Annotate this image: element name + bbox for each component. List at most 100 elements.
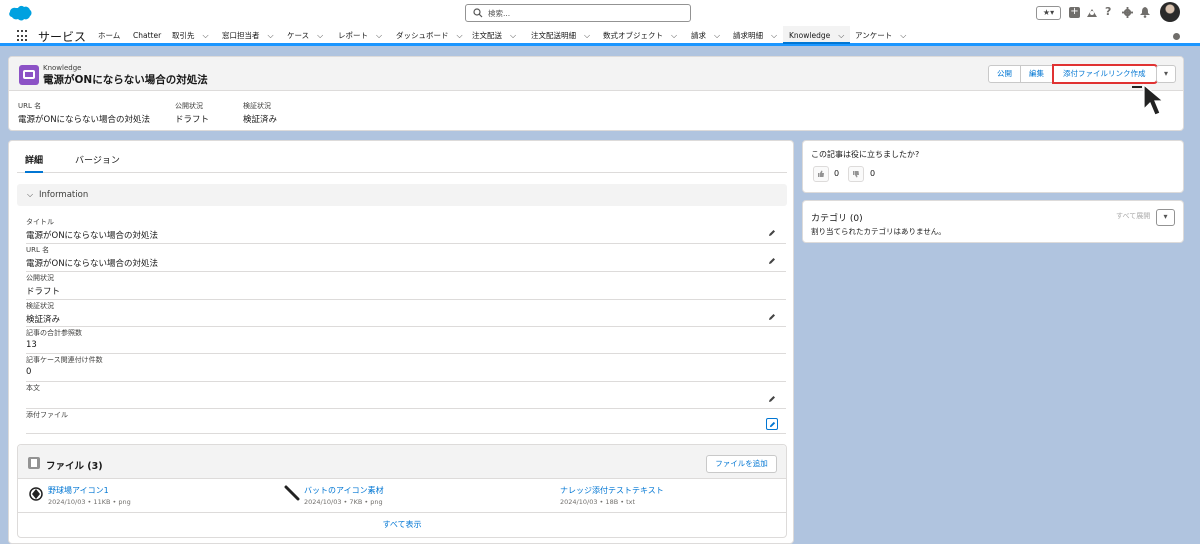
nav-item-accounts[interactable]: 取引先 ⌵ <box>172 26 209 46</box>
tab-details[interactable]: 詳細 <box>25 153 44 173</box>
file-name[interactable]: ナレッジ添付テストテキスト <box>560 485 664 496</box>
nav-item-billing-detail[interactable]: 請求明細 ⌵ <box>733 26 777 46</box>
info-icon[interactable] <box>1173 33 1180 40</box>
thumbs-up-icon <box>818 170 824 177</box>
nav-item-order-delivery-detail[interactable]: 注文配送明細 ⌵ <box>531 26 590 46</box>
chevron-down-icon[interactable]: ⌵ <box>457 26 463 46</box>
chevron-down-icon[interactable]: ⌵ <box>671 26 677 46</box>
tab-versions[interactable]: バージョン <box>75 153 120 173</box>
highlight-value: ドラフト <box>175 115 210 125</box>
file-name[interactable]: 野球場アイコン1 <box>48 485 131 496</box>
chevron-down-icon[interactable]: ⌵ <box>203 26 209 46</box>
search-placeholder: 検索... <box>488 9 511 18</box>
record-header: Knowledge 電源がONにならない場合の対処法 公開 編集 添付ファイルリ… <box>8 56 1184 131</box>
file-item[interactable]: ナレッジ添付テストテキスト 2024/10/03 • 18B • txt <box>560 485 664 506</box>
nav-item-chatter[interactable]: Chatter <box>133 26 161 46</box>
field-value: 電源がONにならない場合の対処法 <box>26 231 159 241</box>
global-header: 検索... ★▾ + ? <box>0 0 1200 26</box>
nav-item-order-delivery[interactable]: 注文配送 ⌵ <box>472 26 516 46</box>
baseball-bat-icon <box>284 485 300 501</box>
chevron-down-icon[interactable]: ⌵ <box>376 26 382 46</box>
user-avatar[interactable] <box>1160 2 1180 22</box>
nav-item-formula-object[interactable]: 数式オブジェクト ⌵ <box>603 26 677 46</box>
field-value: 検証済み <box>26 315 61 325</box>
field-value: 電源がONにならない場合の対処法 <box>26 259 159 269</box>
file-name[interactable]: バットのアイコン素材 <box>304 485 384 496</box>
category-card: カテゴリ (0) 割り当てられたカテゴリはありません。 すべて展開 ▾ <box>802 200 1184 243</box>
publish-button[interactable]: 公開 <box>988 65 1021 83</box>
file-meta: 2024/10/03 • 11KB • png <box>48 498 131 506</box>
field-value: 13 <box>26 340 37 350</box>
highlight-label: URL 名 <box>18 102 42 110</box>
section-title: Information <box>39 190 89 200</box>
chevron-down-icon[interactable]: ⌵ <box>771 26 777 46</box>
nav-item-label: Knowledge <box>789 31 831 40</box>
section-header-information[interactable]: ⌵ Information <box>17 184 787 206</box>
chevron-down-icon[interactable]: ⌵ <box>900 26 906 46</box>
salesforce-cloud-logo[interactable] <box>8 5 32 21</box>
gear-icon[interactable] <box>1122 7 1133 18</box>
pencil-icon[interactable] <box>768 395 776 403</box>
knowledge-icon <box>19 65 39 85</box>
nav-item-label: ホーム <box>98 31 121 40</box>
highlight-value: 検証済み <box>243 115 278 125</box>
highlight-field: 検証状況 検証済み <box>243 101 277 125</box>
category-menu-button[interactable]: ▾ <box>1156 209 1175 226</box>
field-label: 記事の合計参照数 <box>26 329 82 337</box>
thumbs-up-button[interactable] <box>813 166 829 182</box>
pencil-icon[interactable] <box>768 313 776 321</box>
file-meta: 2024/10/03 • 7KB • png <box>304 498 383 506</box>
highlight-field: URL 名電源がONにならない場合の対処法 <box>18 101 150 125</box>
nav-item-knowledge[interactable]: Knowledge ⌵ <box>783 26 851 46</box>
app-launcher-icon[interactable] <box>17 30 29 42</box>
tab-bar: 詳細 バージョン <box>17 151 787 173</box>
edit-attachment-button[interactable] <box>766 418 778 430</box>
files-related-list: ファイル (3) ファイルを追加 野球場アイコン1 2024/10/03 • 1… <box>17 444 787 538</box>
nav-item-home[interactable]: ホーム <box>98 26 120 46</box>
chevron-down-icon[interactable]: ⌵ <box>268 26 274 46</box>
more-actions-button[interactable]: ▾ <box>1156 65 1176 83</box>
nav-item-contacts[interactable]: 窓口担当者 ⌵ <box>222 26 274 46</box>
chevron-down-icon[interactable]: ⌵ <box>714 26 720 46</box>
chevron-down-icon[interactable]: ⌵ <box>584 26 590 46</box>
nav-item-label: Chatter <box>133 31 162 40</box>
nav-item-label: 取引先 <box>172 31 195 40</box>
nav-item-cases[interactable]: ケース ⌵ <box>287 26 323 46</box>
create-attachment-link-button[interactable]: 添付ファイルリンク作成 <box>1052 64 1158 84</box>
pencil-icon[interactable] <box>768 229 776 237</box>
nav-item-label: レポート <box>338 31 368 40</box>
add-file-button[interactable]: ファイルを追加 <box>706 455 777 473</box>
global-actions-button[interactable]: + <box>1069 7 1080 18</box>
chevron-down-icon: ▾ <box>1163 212 1168 221</box>
help-icon[interactable]: ? <box>1105 5 1111 18</box>
field-label: 検証状況 <box>26 302 54 310</box>
file-item[interactable]: バットのアイコン素材 2024/10/03 • 7KB • png <box>284 485 384 506</box>
field-label: 公開状況 <box>26 274 54 282</box>
field-label: 本文 <box>26 384 40 392</box>
show-all-files-link[interactable]: すべて表示 <box>18 512 786 538</box>
bell-icon[interactable] <box>1140 7 1150 18</box>
global-search-input[interactable]: 検索... <box>465 4 691 22</box>
field-total-views: 記事の合計参照数 13 <box>26 328 786 354</box>
highlight-field: 公開状況 ドラフト <box>175 101 209 125</box>
file-meta: 2024/10/03 • 18B • txt <box>560 498 636 506</box>
favorites-button[interactable]: ★▾ <box>1036 6 1061 20</box>
chevron-down-icon[interactable]: ⌵ <box>838 26 844 46</box>
edit-button[interactable]: 編集 <box>1021 65 1053 83</box>
trailhead-icon[interactable] <box>1086 7 1098 18</box>
field-attachment: 添付ファイル <box>26 410 786 434</box>
app-name: サービス <box>38 30 87 44</box>
pencil-icon[interactable] <box>768 257 776 265</box>
file-item[interactable]: 野球場アイコン1 2024/10/03 • 11KB • png <box>29 485 131 506</box>
chevron-down-icon: ⌵ <box>27 190 34 199</box>
nav-item-reports[interactable]: レポート ⌵ <box>338 26 382 46</box>
chevron-down-icon[interactable]: ⌵ <box>510 26 516 46</box>
thumbs-down-button[interactable] <box>848 166 864 182</box>
nav-item-survey[interactable]: アンケート ⌵ <box>855 26 906 46</box>
highlight-label: 検証状況 <box>243 102 271 110</box>
nav-item-dashboards[interactable]: ダッシュボード ⌵ <box>396 26 463 46</box>
chevron-down-icon[interactable]: ⌵ <box>317 26 323 46</box>
nav-item-label: 注文配送 <box>472 31 502 40</box>
nav-item-billing[interactable]: 請求 ⌵ <box>691 26 720 46</box>
nav-item-label: 窓口担当者 <box>222 31 260 40</box>
